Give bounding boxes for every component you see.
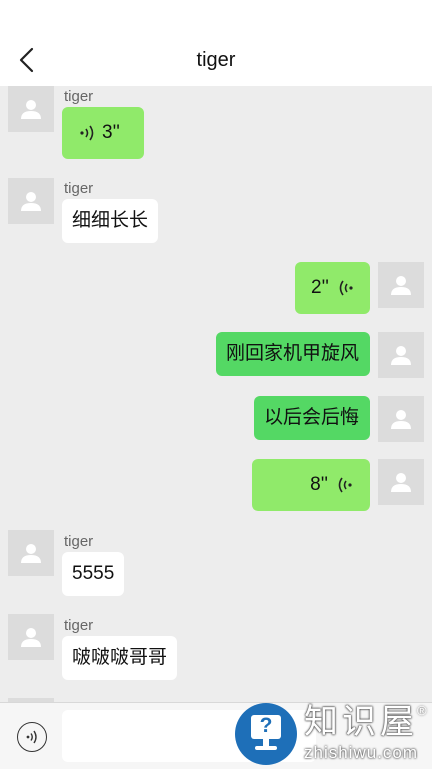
- avatar[interactable]: [8, 530, 54, 576]
- avatar[interactable]: [378, 459, 424, 505]
- user-avatar-icon: [21, 192, 41, 211]
- message-text: 啵啵啵哥哥: [72, 647, 168, 668]
- user-avatar-icon: [21, 544, 41, 563]
- watermark-url: zhishiwu.com: [304, 743, 419, 762]
- voice-wave-icon: [80, 125, 94, 141]
- title-bar: tiger: [0, 0, 432, 86]
- message-text: 细细长长: [72, 210, 149, 231]
- avatar[interactable]: [378, 396, 424, 442]
- text-message-bubble[interactable]: 细细长长: [62, 199, 159, 243]
- text-message-bubble[interactable]: 刚回家机甲旋风: [216, 332, 370, 376]
- sender-name: tiger: [64, 88, 94, 105]
- avatar[interactable]: [8, 614, 54, 660]
- voice-duration: 3'': [102, 122, 120, 143]
- voice-wave-icon: [338, 477, 352, 493]
- watermark-brand: 知识屋: [304, 703, 418, 741]
- message-text: 以后会后悔: [264, 407, 360, 428]
- sender-name: tiger: [64, 180, 94, 197]
- avatar[interactable]: [8, 178, 54, 224]
- user-avatar-icon: [21, 628, 41, 647]
- voice-wave-icon: [339, 280, 353, 296]
- voice-message-bubble[interactable]: 3'': [62, 107, 144, 159]
- sender-name: tiger: [64, 533, 94, 550]
- text-message-bubble[interactable]: 以后会后悔: [254, 396, 370, 440]
- user-avatar-icon: [391, 276, 411, 295]
- page-title: tiger: [196, 49, 236, 71]
- voice-input-icon: [26, 730, 37, 743]
- user-avatar-icon: [391, 473, 411, 492]
- text-message-bubble[interactable]: 5555: [62, 552, 125, 596]
- voice-message-bubble[interactable]: 8'': [252, 459, 370, 511]
- user-avatar-icon: [391, 346, 411, 365]
- user-avatar-icon: [391, 410, 411, 429]
- voice-message-bubble[interactable]: 2'': [295, 262, 370, 314]
- sender-name: tiger: [64, 617, 94, 634]
- avatar[interactable]: [378, 262, 424, 308]
- help-question-mark: ?: [259, 714, 273, 737]
- avatar[interactable]: [8, 86, 54, 132]
- voice-duration: 8'': [310, 474, 328, 495]
- message-text: 刚回家机甲旋风: [226, 343, 360, 364]
- text-message-bubble[interactable]: 啵啵啵哥哥: [62, 636, 178, 680]
- watermark-registered: ®: [417, 703, 427, 718]
- voice-duration: 2'': [311, 277, 329, 298]
- watermark: ? 知识屋 ® zhishiwu.com: [234, 702, 432, 768]
- voice-input-button[interactable]: [17, 722, 47, 752]
- message-list[interactable]: tiger 3'' tiger 细细长长 2'' 刚回家机甲旋风 以后会后悔 8…: [0, 86, 432, 702]
- avatar[interactable]: [378, 332, 424, 378]
- user-avatar-icon: [21, 100, 41, 119]
- message-text: 5555: [72, 563, 115, 584]
